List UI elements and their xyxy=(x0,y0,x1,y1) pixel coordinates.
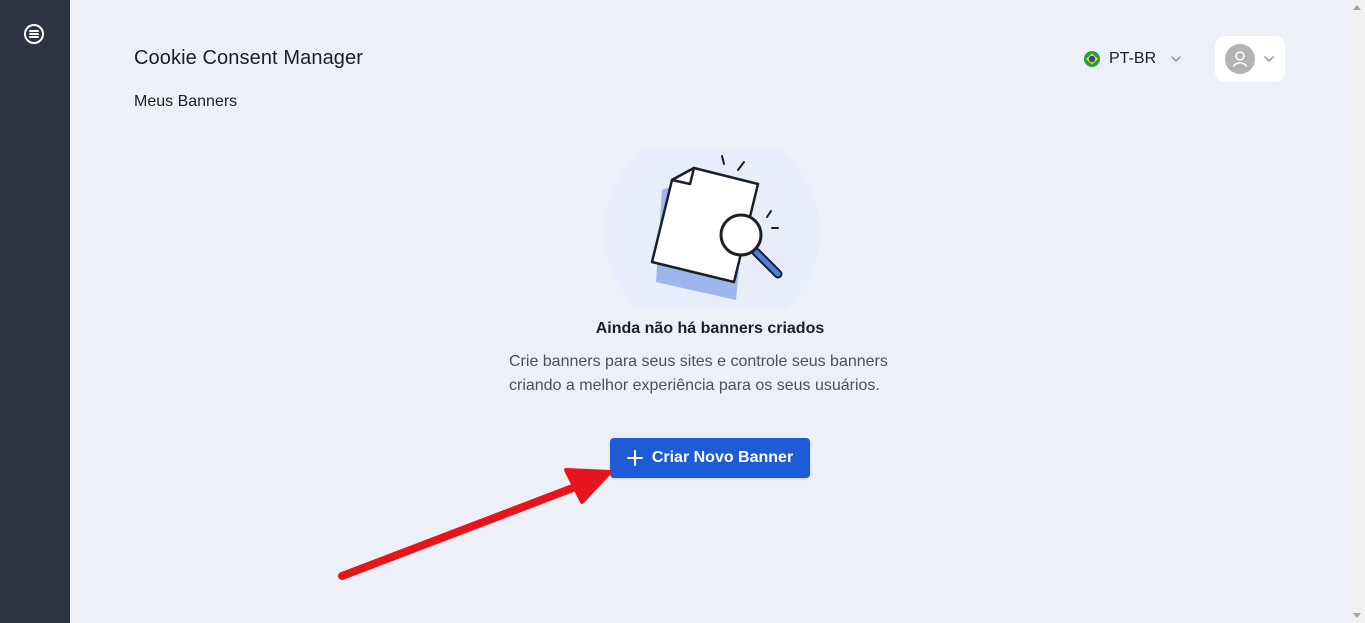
user-avatar-icon xyxy=(1225,44,1255,74)
language-select[interactable]: PT-BR xyxy=(1084,44,1182,74)
create-banner-button[interactable]: Criar Novo Banner xyxy=(610,438,810,478)
brazil-flag-icon xyxy=(1084,51,1100,67)
empty-state-title: Ainda não há banners criados xyxy=(595,320,825,337)
empty-state-description: Crie banners para seus sites e controle … xyxy=(509,353,888,394)
menu-icon[interactable] xyxy=(22,22,46,46)
sidebar xyxy=(0,0,70,623)
vertical-scrollbar[interactable] xyxy=(1349,0,1365,623)
app-title: Cookie Consent Manager xyxy=(134,47,363,69)
user-menu-button[interactable] xyxy=(1215,36,1285,82)
chevron-down-icon xyxy=(1171,56,1181,62)
plus-icon xyxy=(626,450,643,466)
annotation-arrow-icon xyxy=(338,468,612,580)
main-content: Cookie Consent Manager Meus Banners PT-B… xyxy=(70,0,1349,623)
document-search-illustration xyxy=(604,150,820,310)
chevron-down-icon xyxy=(1264,56,1274,62)
create-banner-label: Criar Novo Banner xyxy=(651,449,794,466)
scroll-up-icon[interactable] xyxy=(1353,5,1361,10)
scroll-down-icon[interactable] xyxy=(1353,613,1361,618)
language-label: PT-BR xyxy=(1109,50,1157,67)
breadcrumb: Meus Banners xyxy=(134,93,238,110)
